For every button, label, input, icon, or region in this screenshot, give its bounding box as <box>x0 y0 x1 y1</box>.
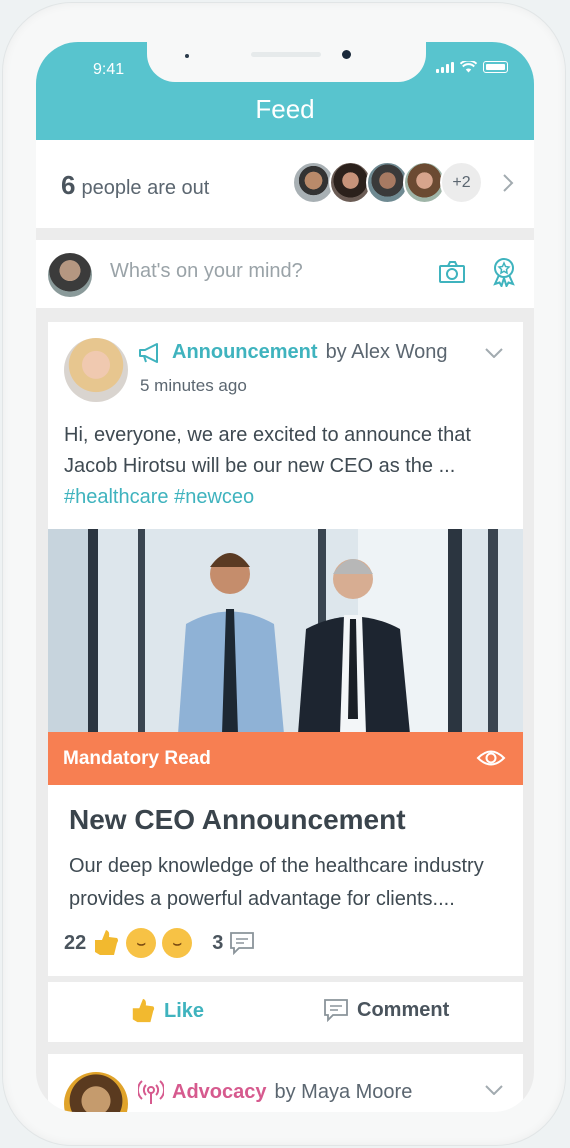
post-actions: Like Comment <box>48 982 523 1042</box>
people-out-count: 6 <box>61 170 76 200</box>
comment-button[interactable]: Comment <box>323 998 449 1022</box>
page-title: Feed <box>255 94 315 124</box>
sensor <box>185 54 189 58</box>
camera-icon[interactable] <box>438 260 466 284</box>
app-header: 9:41 Feed <box>36 42 534 140</box>
like-button[interactable]: Like <box>130 996 204 1026</box>
broadcast-icon <box>138 1080 164 1104</box>
speaker <box>251 52 321 57</box>
status-icons <box>436 61 508 73</box>
post-body: Hi, everyone, we are excited to announce… <box>64 424 471 477</box>
article-title[interactable]: New CEO Announcement <box>69 804 406 836</box>
chevron-down-icon[interactable] <box>485 348 503 358</box>
cry-laugh-emoji-icon: ⌣ <box>162 928 193 958</box>
people-out-card[interactable]: 6 people are out +2 <box>36 140 534 228</box>
thumbs-up-icon <box>95 930 119 955</box>
people-out-avatars: +2 <box>292 161 483 204</box>
post-composer: What's on your mind? <box>36 240 534 308</box>
post-header: Announcement by Alex Wong <box>138 341 448 364</box>
post-text: Hi, everyone, we are excited to announce… <box>64 420 509 513</box>
author-avatar[interactable] <box>64 1072 128 1112</box>
comment-icon <box>324 999 348 1022</box>
feed-post: Advocacy by Maya Moore <box>48 1054 523 1112</box>
author-avatar[interactable] <box>64 338 128 402</box>
post-category[interactable]: Announcement <box>172 341 318 364</box>
thumbs-up-icon <box>132 998 155 1023</box>
comment-icon <box>230 932 255 955</box>
more-people-badge: +2 <box>440 161 483 204</box>
signal-icon <box>436 61 454 73</box>
chevron-right-icon <box>503 174 514 192</box>
composer-input[interactable]: What's on your mind? <box>110 260 303 283</box>
notch <box>147 42 426 82</box>
comment-label: Comment <box>357 998 450 1021</box>
laugh-emoji-icon: ⌣ <box>126 928 157 958</box>
comment-count: 3 <box>212 931 224 954</box>
people-out-text: 6 people are out <box>61 170 209 201</box>
post-author: by Maya Moore <box>274 1080 413 1103</box>
people-out-label: people are out <box>81 177 210 199</box>
reactions-row[interactable]: 22 ⌣ ⌣ 3 <box>64 928 255 958</box>
eye-icon[interactable] <box>476 747 506 769</box>
avatar <box>48 253 92 297</box>
feed-post: Announcement by Alex Wong 5 minutes ago … <box>48 322 523 976</box>
chevron-down-icon[interactable] <box>485 1085 503 1095</box>
phone-frame: 9:41 Feed 6 people are out +2 What's on … <box>2 2 566 1146</box>
status-time: 9:41 <box>93 61 125 78</box>
post-timestamp: 5 minutes ago <box>140 376 247 395</box>
mandatory-read-banner: Mandatory Read <box>48 732 523 785</box>
post-photo[interactable] <box>48 529 523 734</box>
mandatory-read-label: Mandatory Read <box>63 748 211 769</box>
award-icon[interactable] <box>491 257 517 287</box>
megaphone-icon <box>139 342 158 363</box>
screen: 9:41 Feed 6 people are out +2 What's on … <box>36 42 534 1112</box>
front-camera <box>342 50 351 59</box>
post-category[interactable]: Advocacy <box>172 1081 267 1104</box>
battery-icon <box>483 61 508 73</box>
reaction-count: 22 <box>64 931 87 954</box>
article-description: Our deep knowledge of the healthcare ind… <box>69 855 484 910</box>
post-author: by Alex Wong <box>325 341 448 363</box>
post-header: Advocacy by Maya Moore <box>138 1079 412 1105</box>
like-label: Like <box>164 999 205 1022</box>
wifi-icon <box>460 61 477 73</box>
post-tags[interactable]: #healthcare #newceo <box>64 486 254 508</box>
photo-illustration <box>48 529 523 734</box>
